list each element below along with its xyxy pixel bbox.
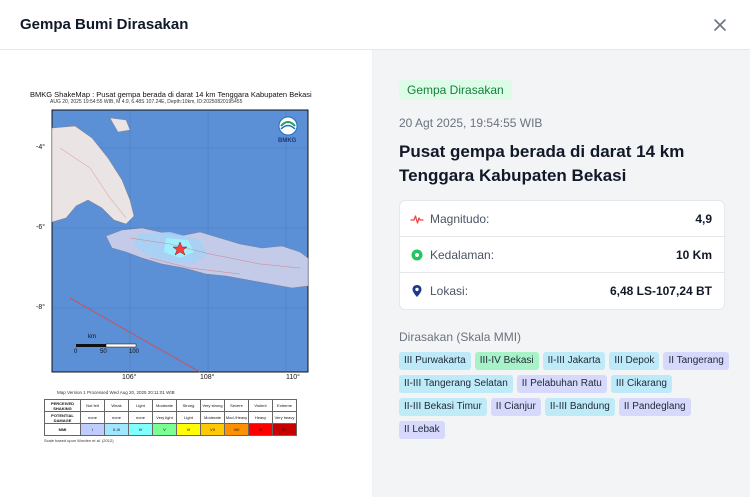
shakemap-map: BMKG -4° -6° -8° 106° 108° 110° km 0 50 …	[30, 108, 335, 388]
felt-region-chip: II-III Bandung	[544, 398, 615, 416]
legend-cell-perceived: Severe	[224, 399, 249, 412]
felt-region-chip: II Pelabuhan Ratu	[516, 375, 607, 393]
legend-row-perceived: PERCEIVED SHAKING Not felt Weak Light Modera…	[44, 399, 297, 412]
legend-note: Scale based upon Worden et al. (2012)	[44, 438, 114, 443]
legend-cell-damage: none	[104, 411, 129, 424]
felt-region-chip: II-III Jakarta	[542, 352, 606, 370]
felt-region-chips: III Purwakarta III-IV Bekasi II-III Jakart…	[399, 352, 729, 439]
scale-tick-100: 100	[129, 349, 140, 355]
legend-cell-mmi: VIII	[224, 423, 249, 436]
modal-body: BMKG ShakeMap : Pusat gempa berada di da…	[0, 50, 750, 497]
location-label: Lokasi:	[430, 284, 469, 298]
legend-cell-perceived: Moderate	[152, 399, 177, 412]
map-pin-icon	[410, 284, 424, 298]
scale-tick-0: 0	[74, 349, 78, 355]
event-datetime: 20 Agt 2025, 19:54:55 WIB	[399, 116, 543, 130]
mmi-legend-table: PERCEIVED SHAKING Not felt Weak Light Modera…	[44, 399, 297, 436]
legend-cell-mmi: MMI	[44, 423, 81, 436]
scale-tick-50: 50	[100, 349, 107, 355]
felt-region-chip: II-III Tangerang Selatan	[399, 375, 513, 393]
map-version-line: Map Version 1 Processed Wed Aug 20, 2025…	[57, 390, 175, 395]
legend-cell-damage: Moderate	[200, 411, 225, 424]
legend-cell-damage: Very light	[152, 411, 177, 424]
legend-cell-mmi: X+	[272, 423, 297, 436]
close-icon	[714, 18, 726, 31]
modal-title: Gempa Bumi Dirasakan	[20, 16, 189, 33]
legend-row-damage: POTENTIAL DAMAGE none none none Very light Li…	[44, 411, 297, 424]
legend-cell-damage: POTENTIAL DAMAGE	[44, 411, 81, 424]
lon-label-1: 106°	[122, 374, 137, 381]
legend-cell-damage: Heavy	[248, 411, 273, 424]
lon-label-3: 110°	[286, 374, 300, 381]
legend-cell-mmi: IV	[128, 423, 153, 436]
depth-value: 10 Km	[675, 247, 712, 262]
legend-cell-damage: Mod./Heavy	[224, 411, 249, 424]
felt-region-chip: II-III Bekasi Timur	[399, 398, 487, 416]
legend-cell-damage: Very heavy	[272, 411, 297, 424]
shakemap-svg	[51, 109, 309, 373]
legend-cell-mmi: IX	[248, 423, 273, 436]
magnitude-value: 4,9	[695, 211, 712, 226]
shakemap-image[interactable]: BMKG ShakeMap : Pusat gempa berada di da…	[30, 90, 335, 443]
felt-region-chip: II Tangerang	[663, 352, 729, 370]
felt-title: Dirasakan (Skala MMI)	[399, 330, 522, 344]
scale-bar	[76, 343, 137, 348]
bmkg-logo	[278, 116, 298, 136]
dot-icon	[410, 248, 424, 262]
legend-cell-perceived: Strong	[176, 399, 201, 412]
legend-cell-perceived: Weak	[104, 399, 129, 412]
legend-cell-perceived: Not felt	[80, 399, 105, 412]
pulse-icon	[410, 212, 424, 226]
felt-region-chip: III Depok	[609, 352, 660, 370]
lat-label-1: -4°	[36, 144, 46, 151]
legend-cell-perceived: PERCEIVED SHAKING	[44, 399, 81, 412]
magnitude-label: Magnitudo:	[430, 211, 490, 226]
felt-badge: Gempa Dirasakan	[399, 80, 512, 100]
felt-region-chip: III-IV Bekasi	[474, 352, 539, 370]
legend-cell-mmi: VII	[200, 423, 225, 436]
legend-cell-damage: none	[80, 411, 105, 424]
event-headline: Pusat gempa berada di darat 14 km Tengga…	[399, 142, 685, 185]
legend-cell-perceived: Violent	[248, 399, 273, 412]
felt-region-chip: III Purwakarta	[399, 352, 471, 370]
legend-cell-perceived: Very strong	[200, 399, 225, 412]
legend-cell-damage: Light	[176, 411, 201, 424]
lat-label-2: -6°	[36, 224, 46, 231]
legend-cell-mmi: II-III	[104, 423, 129, 436]
legend-cell-damage: none	[128, 411, 153, 424]
shakemap-subcaption: AUG 20, 2025 19:54:55 WIB, M 4.9, 6.48S …	[50, 99, 243, 105]
felt-region-chip: III Cikarang	[610, 375, 672, 393]
location-row: Lokasi: 6,48 LS-107,24 BT	[400, 273, 724, 309]
depth-label: Kedalaman:	[430, 247, 495, 262]
close-button[interactable]	[710, 15, 730, 35]
felt-region-chip: II Pandeglang	[618, 398, 691, 416]
location-value: 6,48 LS-107,24 BT	[609, 284, 712, 298]
legend-cell-perceived: Extreme	[272, 399, 297, 412]
shakemap-caption: BMKG ShakeMap : Pusat gempa berada di da…	[30, 90, 312, 99]
shakemap-panel: BMKG ShakeMap : Pusat gempa berada di da…	[0, 50, 373, 497]
info-card: Magnitudo: 4,9 Kedalaman: 10 Km Lokasi: …	[399, 200, 725, 310]
modal-header: Gempa Bumi Dirasakan	[0, 0, 750, 50]
legend-row-mmi: MMI I II-III IV V VI VII VIII IX X+	[44, 423, 297, 436]
depth-row: Kedalaman: 10 Km	[400, 237, 724, 273]
detail-panel: Gempa Dirasakan 20 Agt 2025, 19:54:55 WI…	[373, 50, 750, 497]
lon-label-2: 108°	[200, 374, 215, 381]
felt-region-chip: II Lebak	[399, 421, 445, 439]
legend-cell-mmi: V	[152, 423, 177, 436]
lat-label-3: -8°	[36, 304, 46, 311]
felt-region-chip: II Cianjur	[490, 398, 541, 416]
bmkg-logo-text: BMKG	[278, 138, 297, 144]
legend-cell-mmi: I	[80, 423, 105, 436]
magnitude-row: Magnitudo: 4,9	[400, 201, 724, 237]
legend-cell-perceived: Light	[128, 399, 153, 412]
scale-unit: km	[88, 334, 96, 340]
earthquake-modal: Gempa Bumi Dirasakan BMKG ShakeMap : Pus…	[0, 0, 750, 497]
legend-cell-mmi: VI	[176, 423, 201, 436]
